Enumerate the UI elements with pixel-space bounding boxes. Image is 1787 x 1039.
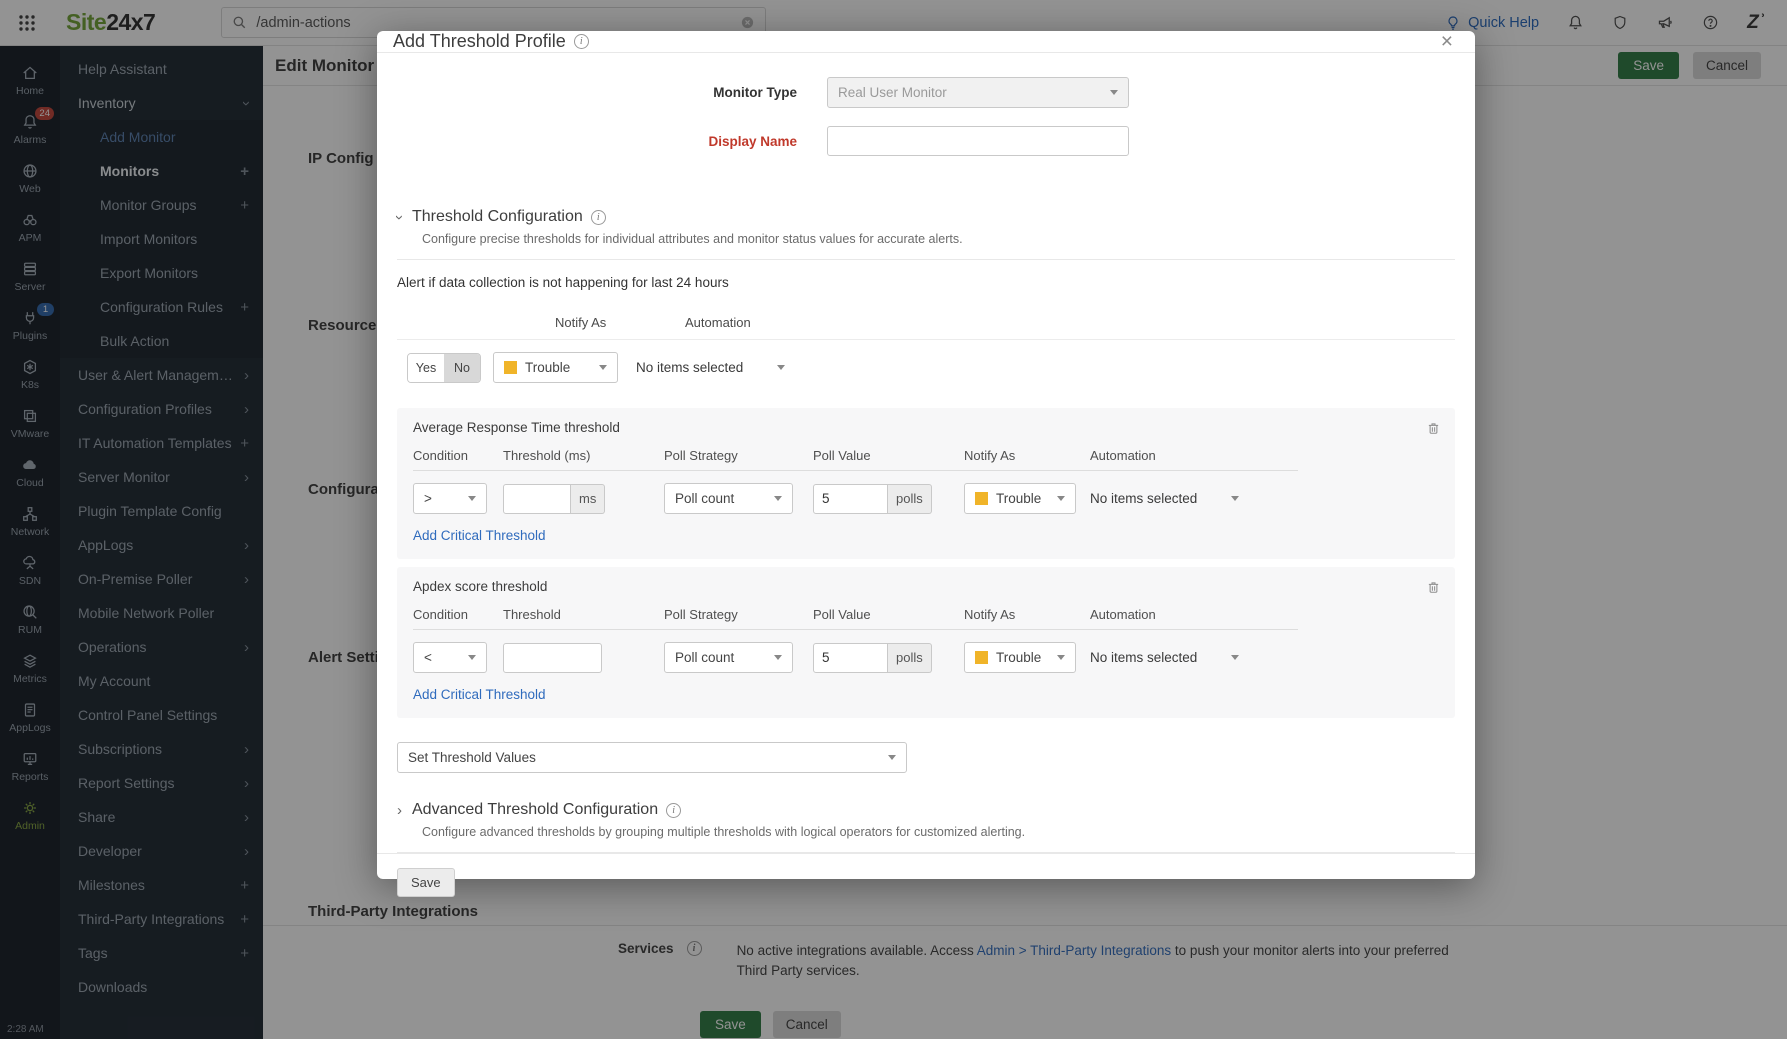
trouble-color-swatch (504, 361, 517, 374)
add-critical-threshold-link[interactable]: Add Critical Threshold (413, 528, 546, 543)
card-grid: Condition Threshold (ms) Poll Strategy P… (413, 448, 1298, 514)
notify-as-select[interactable]: Trouble (964, 642, 1076, 673)
set-threshold-values-select[interactable]: Set Threshold Values (397, 742, 907, 773)
poll-value-unit: polls (888, 643, 932, 673)
modal-body: Monitor Type Real User Monitor Display N… (377, 53, 1475, 853)
threshold-input[interactable] (503, 484, 571, 514)
poll-strategy-select[interactable]: Poll count (664, 642, 793, 673)
divider (397, 339, 1455, 340)
chevron-down-icon (774, 496, 782, 501)
chevron-down-icon: › (391, 215, 408, 220)
threshold-card-avg-response-time: Average Response Time threshold Conditio… (397, 408, 1455, 559)
chevron-down-icon (777, 365, 785, 370)
divider (397, 852, 1455, 853)
modal-header: Add Threshold Profile (377, 31, 1475, 53)
display-name-label: Display Name (397, 134, 797, 149)
display-name-input[interactable] (827, 126, 1129, 156)
advanced-threshold-configuration-toggle[interactable]: › Advanced Threshold Configuration (397, 801, 1455, 819)
chevron-down-icon (1057, 496, 1065, 501)
threshold-configuration-description: Configure precise thresholds for individ… (422, 232, 1455, 246)
add-threshold-profile-modal: Add Threshold Profile Monitor Type Real … (377, 31, 1475, 879)
trouble-color-swatch (975, 651, 988, 664)
modal-footer: Save (377, 853, 1475, 897)
threshold-unit: ms (571, 484, 605, 514)
automation-dropdown[interactable]: No items selected (1090, 650, 1239, 665)
close-icon[interactable] (1441, 31, 1453, 52)
info-icon (591, 210, 606, 225)
automation-dropdown[interactable]: No items selected (1090, 491, 1239, 506)
trouble-color-swatch (975, 492, 988, 505)
info-icon (666, 803, 681, 818)
chevron-down-icon (774, 655, 782, 660)
data-collection-alert-text: Alert if data collection is not happenin… (397, 275, 1455, 290)
modal-save-button[interactable]: Save (397, 868, 455, 897)
monitor-type-select[interactable]: Real User Monitor (827, 77, 1129, 108)
threshold-card-apdex-score: Apdex score threshold Condition Threshol… (397, 567, 1455, 718)
poll-value-input[interactable] (813, 643, 888, 673)
notify-as-header: Notify As (555, 315, 606, 330)
data-collection-toggle-row: Yes No Trouble No items selected (397, 352, 1455, 383)
chevron-down-icon (1110, 90, 1118, 95)
modal-title: Add Threshold Profile (393, 31, 566, 52)
info-icon (574, 34, 589, 49)
threshold-configuration-toggle[interactable]: › Threshold Configuration (397, 208, 1455, 226)
trash-icon[interactable] (1426, 420, 1441, 436)
card-grid: Condition Threshold Poll Strategy Poll V… (413, 607, 1298, 673)
notify-as-select[interactable]: Trouble (964, 483, 1076, 514)
advanced-threshold-description: Configure advanced thresholds by groupin… (422, 825, 1455, 839)
trash-icon[interactable] (1426, 579, 1441, 595)
chevron-down-icon (599, 365, 607, 370)
card-title: Average Response Time threshold (413, 420, 1439, 435)
divider (397, 259, 1455, 260)
chevron-down-icon (1231, 655, 1239, 660)
add-critical-threshold-link[interactable]: Add Critical Threshold (413, 687, 546, 702)
chevron-down-icon (888, 755, 896, 760)
threshold-input[interactable] (503, 643, 602, 673)
no-button[interactable]: No (444, 354, 480, 382)
condition-select[interactable]: < (413, 642, 487, 673)
notify-as-select[interactable]: Trouble (493, 352, 618, 383)
automation-dropdown[interactable]: No items selected (636, 360, 785, 375)
chevron-right-icon: › (397, 802, 402, 819)
chevron-down-icon (468, 496, 476, 501)
toggle-row-headers: Notify As Automation (397, 315, 1455, 331)
poll-value-unit: polls (888, 484, 932, 514)
chevron-down-icon (1231, 496, 1239, 501)
card-title: Apdex score threshold (413, 579, 1439, 594)
condition-select[interactable]: > (413, 483, 487, 514)
monitor-type-label: Monitor Type (397, 85, 797, 100)
yes-no-toggle: Yes No (407, 353, 481, 383)
yes-button[interactable]: Yes (408, 354, 444, 382)
automation-header: Automation (685, 315, 751, 330)
chevron-down-icon (468, 655, 476, 660)
chevron-down-icon (1057, 655, 1065, 660)
poll-value-input[interactable] (813, 484, 888, 514)
app-root: Site24x7 Quick Help Zʾ HomeAlarms24WebAP… (0, 0, 1787, 1039)
poll-strategy-select[interactable]: Poll count (664, 483, 793, 514)
